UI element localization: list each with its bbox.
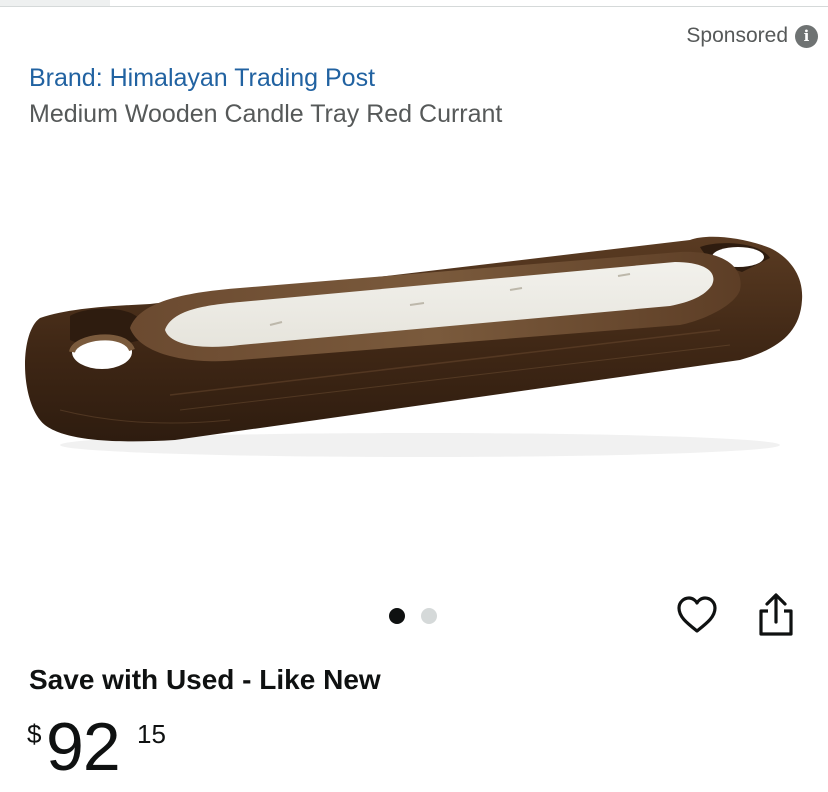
top-divider <box>0 0 828 8</box>
carousel-dot-2[interactable] <box>421 608 437 624</box>
divider-line <box>0 6 828 7</box>
image-carousel-indicator <box>389 608 437 624</box>
price-fraction: 15 <box>137 719 166 749</box>
price-symbol: $ <box>27 719 42 749</box>
product-image[interactable] <box>0 195 828 485</box>
sponsored-label[interactable]: Sponsored i <box>686 24 818 48</box>
brand-link[interactable]: Brand: Himalayan Trading Post <box>29 64 375 93</box>
product-title[interactable]: Medium Wooden Candle Tray Red Currant <box>29 100 502 129</box>
share-icon[interactable] <box>755 592 797 638</box>
info-icon[interactable]: i <box>795 24 818 48</box>
offer-heading: Save with Used - Like New <box>29 664 381 695</box>
product-card: Sponsored i Brand: Himalayan Trading Pos… <box>0 0 828 792</box>
heart-icon[interactable] <box>675 593 719 637</box>
carousel-dot-1[interactable] <box>389 608 405 624</box>
price-whole: 92 <box>46 709 121 785</box>
sponsored-text: Sponsored <box>686 24 788 47</box>
